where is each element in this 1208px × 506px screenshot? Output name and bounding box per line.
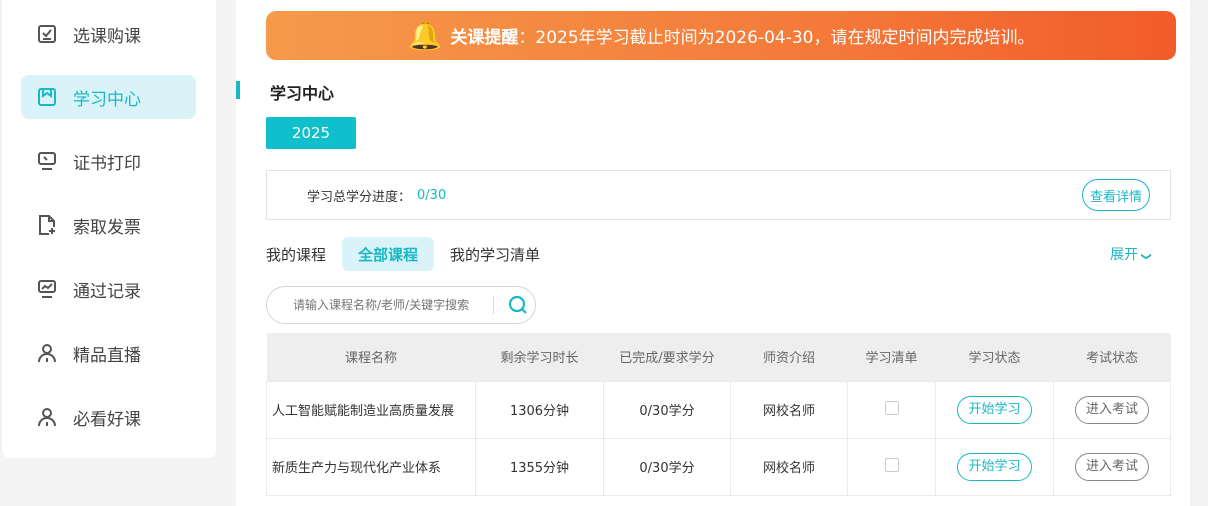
course-tabs: 我的课程 全部课程 我的学习清单 bbox=[266, 237, 556, 271]
divider bbox=[493, 296, 494, 314]
course-table: 课程名称 剩余学习时长 已完成/要求学分 师资介绍 学习清单 学习状态 考试状态… bbox=[266, 333, 1171, 496]
chevron-down-icon: ❯ bbox=[1141, 252, 1153, 261]
expand-label: 展开 bbox=[1110, 247, 1138, 263]
sidebar: 选课购课 学习中心 证书打印 索取发票 通过记录 精品直播 必看好课 bbox=[2, 0, 216, 458]
column-header: 学习清单 bbox=[847, 333, 936, 381]
remaining-time: 1355分钟 bbox=[475, 437, 604, 496]
teacher: 网校名师 bbox=[730, 380, 848, 439]
column-header: 学习状态 bbox=[935, 333, 1054, 381]
start-study-button[interactable]: 开始学习 bbox=[957, 452, 1032, 481]
expand-button[interactable]: 展开 ❯ bbox=[1110, 244, 1153, 264]
user-icon bbox=[38, 344, 56, 363]
bell-icon: 🔔 bbox=[407, 19, 443, 52]
enter-exam-button[interactable]: 进入考试 bbox=[1074, 395, 1149, 424]
credit-progress: 学习总学分进度： 0/30 查看详情 bbox=[266, 170, 1171, 220]
table-row: 新质生产力与现代化产业体系 1355分钟 0/30学分 网校名师 开始学习 进入… bbox=[266, 437, 1171, 496]
progress-value: 0/30 bbox=[417, 187, 447, 203]
chart-monitor-icon bbox=[38, 280, 56, 298]
column-header: 已完成/要求学分 bbox=[603, 333, 731, 381]
teacher: 网校名师 bbox=[730, 437, 848, 496]
enter-exam-button[interactable]: 进入考试 bbox=[1074, 452, 1149, 481]
study-list-checkbox[interactable] bbox=[884, 400, 899, 415]
table-row: 人工智能赋能制造业高质量发展 1306分钟 0/30学分 网校名师 开始学习 进… bbox=[266, 380, 1171, 439]
search-box bbox=[266, 286, 536, 324]
banner-label: 关课提醒 bbox=[450, 28, 519, 48]
monitor-icon bbox=[38, 152, 56, 170]
table-header: 课程名称 剩余学习时长 已完成/要求学分 师资介绍 学习清单 学习状态 考试状态 bbox=[266, 333, 1171, 381]
tab-study-list[interactable]: 我的学习清单 bbox=[434, 237, 556, 271]
sidebar-item-label: 必看好课 bbox=[73, 409, 141, 430]
view-details-button[interactable]: 查看详情 bbox=[1082, 179, 1150, 211]
title-accent bbox=[236, 81, 240, 99]
course-name[interactable]: 新质生产力与现代化产业体系 bbox=[266, 437, 476, 496]
main-panel: 🔔 关课提醒 ：2025年学习截止时间为2026-04-30，请在规定时间内完成… bbox=[236, 0, 1190, 506]
column-header: 考试状态 bbox=[1053, 333, 1171, 381]
sidebar-item-pass-records[interactable]: 通过记录 bbox=[21, 267, 196, 311]
course-name[interactable]: 人工智能赋能制造业高质量发展 bbox=[266, 380, 476, 439]
search-icon[interactable] bbox=[508, 295, 528, 315]
sidebar-item-invoice[interactable]: 索取发票 bbox=[21, 203, 196, 247]
start-study-button[interactable]: 开始学习 bbox=[957, 395, 1032, 424]
banner-text: ：2025年学习截止时间为2026-04-30，请在规定时间内完成培训。 bbox=[518, 28, 1035, 48]
sidebar-item-live[interactable]: 精品直播 bbox=[21, 331, 196, 375]
user-icon bbox=[38, 408, 56, 427]
study-list-checkbox[interactable] bbox=[884, 457, 899, 472]
remaining-time: 1306分钟 bbox=[475, 380, 604, 439]
tab-all-courses[interactable]: 全部课程 bbox=[342, 237, 435, 271]
credits: 0/30学分 bbox=[603, 380, 731, 439]
page-title: 学习中心 bbox=[270, 84, 335, 103]
checklist-icon bbox=[38, 25, 56, 43]
tab-my-courses[interactable]: 我的课程 bbox=[266, 237, 342, 271]
sidebar-item-label: 索取发票 bbox=[73, 217, 141, 238]
sidebar-item-label: 证书打印 bbox=[73, 153, 141, 174]
sidebar-item-label: 精品直播 bbox=[73, 345, 141, 366]
search-input[interactable] bbox=[293, 298, 493, 312]
notice-banner: 🔔 关课提醒 ：2025年学习截止时间为2026-04-30，请在规定时间内完成… bbox=[266, 11, 1176, 60]
column-header: 师资介绍 bbox=[730, 333, 848, 381]
sidebar-item-label: 通过记录 bbox=[73, 281, 141, 302]
sidebar-item-must-see[interactable]: 必看好课 bbox=[21, 395, 196, 439]
year-button[interactable]: 2025 bbox=[266, 117, 356, 149]
credits: 0/30学分 bbox=[603, 437, 731, 496]
sidebar-item-course-select[interactable]: 选课购课 bbox=[21, 12, 196, 56]
column-header: 剩余学习时长 bbox=[475, 333, 604, 381]
file-plus-icon bbox=[39, 215, 55, 235]
sidebar-item-learning-center[interactable]: 学习中心 bbox=[21, 75, 196, 119]
bookmark-icon bbox=[38, 88, 56, 106]
progress-label: 学习总学分进度： bbox=[307, 189, 412, 205]
sidebar-item-label: 学习中心 bbox=[73, 89, 141, 110]
sidebar-item-certificate-print[interactable]: 证书打印 bbox=[21, 139, 196, 183]
column-header: 课程名称 bbox=[266, 333, 476, 381]
sidebar-item-label: 选课购课 bbox=[73, 26, 141, 47]
